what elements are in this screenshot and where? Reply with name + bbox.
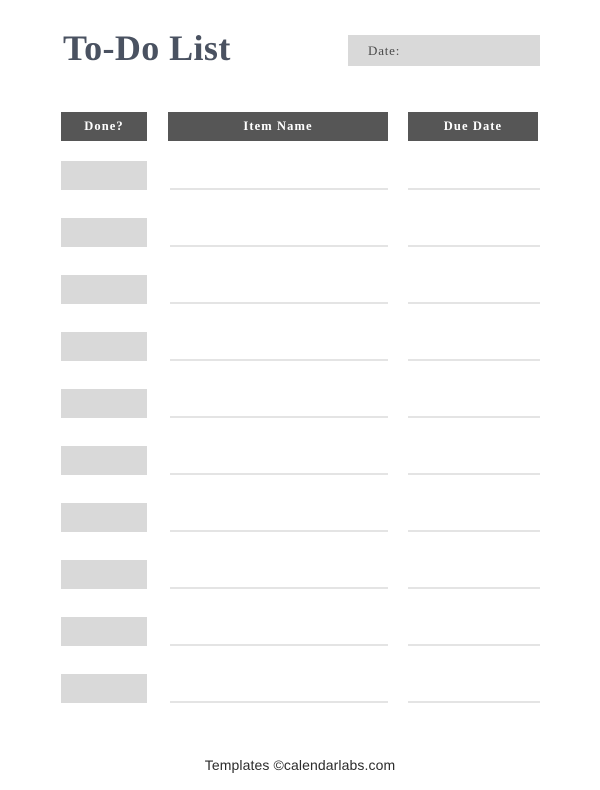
todo-list-page: To-Do List Date: Done? Item Name Due Dat… [0, 0, 600, 790]
table-row [0, 497, 600, 554]
done-checkbox[interactable] [61, 674, 147, 703]
table-row [0, 326, 600, 383]
item-name-input[interactable] [170, 188, 388, 190]
done-checkbox[interactable] [61, 218, 147, 247]
item-name-input[interactable] [170, 644, 388, 646]
item-name-input[interactable] [170, 245, 388, 247]
table-row [0, 383, 600, 440]
due-date-input[interactable] [408, 245, 540, 247]
table-row [0, 611, 600, 668]
item-name-input[interactable] [170, 701, 388, 703]
table-row [0, 155, 600, 212]
due-date-input[interactable] [408, 701, 540, 703]
item-name-input[interactable] [170, 587, 388, 589]
table-row [0, 269, 600, 326]
done-checkbox[interactable] [61, 389, 147, 418]
item-name-input[interactable] [170, 302, 388, 304]
footer-credit: Templates ©calendarlabs.com [204, 757, 396, 773]
done-checkbox[interactable] [61, 503, 147, 532]
done-checkbox[interactable] [61, 446, 147, 475]
due-date-input[interactable] [408, 644, 540, 646]
table-body [0, 0, 600, 790]
due-date-input[interactable] [408, 302, 540, 304]
table-row [0, 668, 600, 725]
item-name-input[interactable] [170, 530, 388, 532]
item-name-input[interactable] [170, 416, 388, 418]
table-row [0, 440, 600, 497]
due-date-input[interactable] [408, 587, 540, 589]
due-date-input[interactable] [408, 188, 540, 190]
done-checkbox[interactable] [61, 275, 147, 304]
due-date-input[interactable] [408, 473, 540, 475]
due-date-input[interactable] [408, 530, 540, 532]
item-name-input[interactable] [170, 359, 388, 361]
done-checkbox[interactable] [61, 560, 147, 589]
due-date-input[interactable] [408, 416, 540, 418]
due-date-input[interactable] [408, 359, 540, 361]
item-name-input[interactable] [170, 473, 388, 475]
done-checkbox[interactable] [61, 161, 147, 190]
table-row [0, 554, 600, 611]
done-checkbox[interactable] [61, 332, 147, 361]
done-checkbox[interactable] [61, 617, 147, 646]
table-row [0, 212, 600, 269]
